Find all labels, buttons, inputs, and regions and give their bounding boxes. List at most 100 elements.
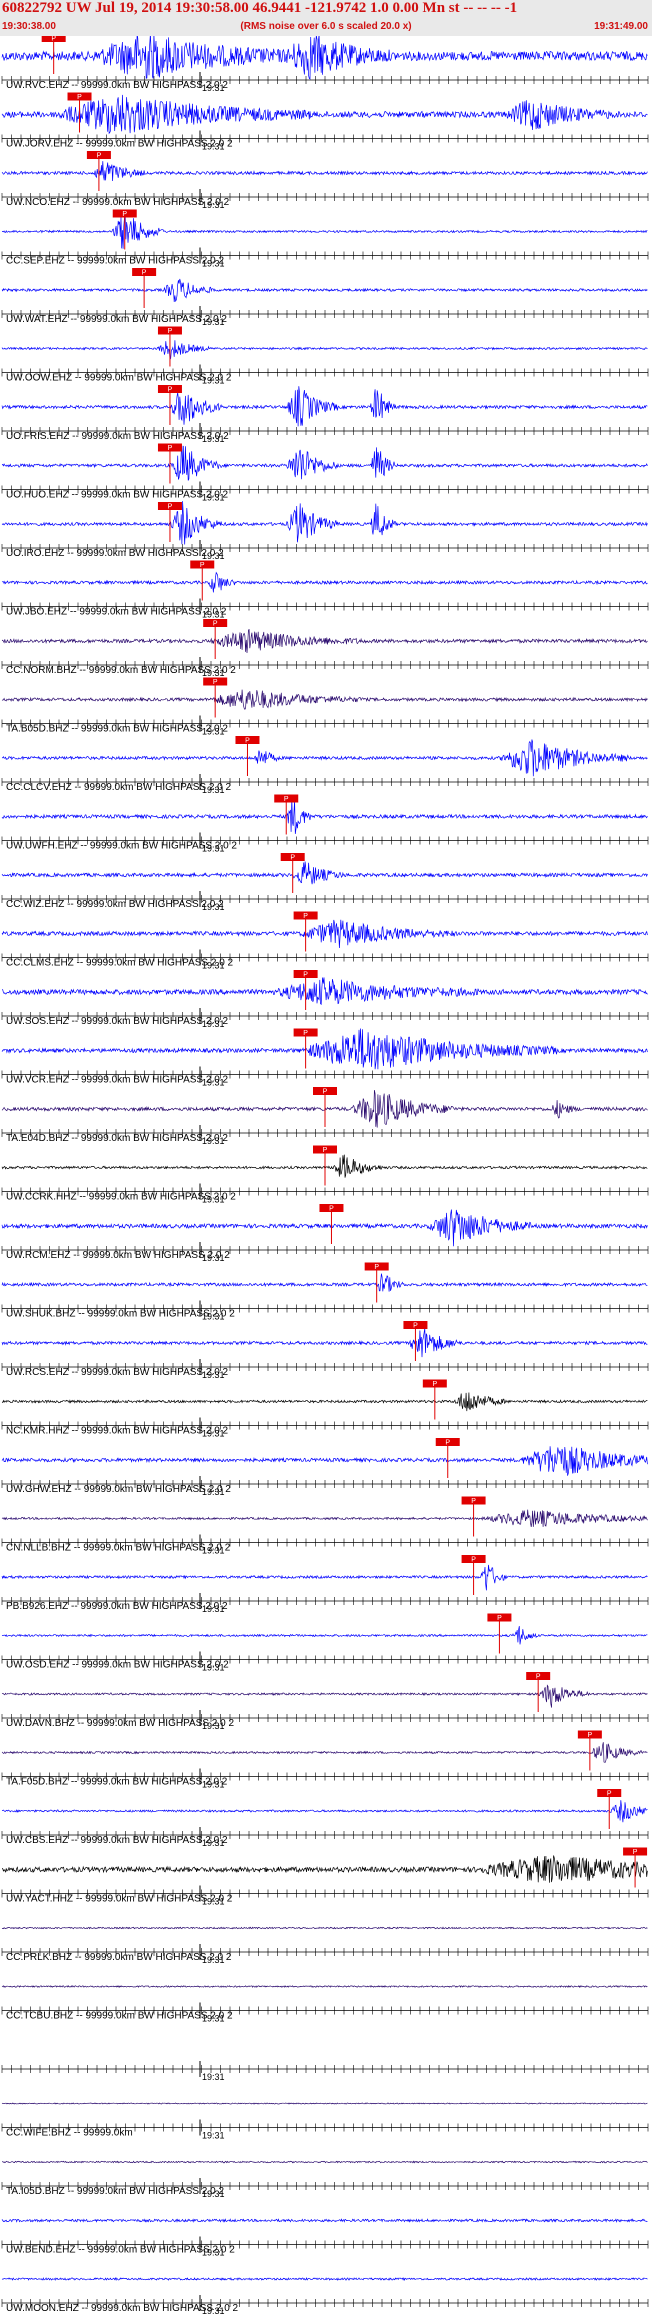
station-label: CC.NORM.BHZ -- 99999.0km BW HIGHPASS 2.0… (6, 665, 236, 676)
waveform-trace (1, 919, 648, 949)
waveform-trace (1, 1273, 648, 1292)
end-time: 19:31:49.00 (594, 21, 648, 32)
pick-label: P (303, 1030, 308, 1037)
waveform-trace (1, 1926, 648, 1930)
pick-label: P (607, 1791, 612, 1798)
station-label: TA.B05D.BHZ -- 99999.0km BW HIGHPASS 2.0… (6, 724, 228, 735)
station-label: UW.BEND.EHZ -- 99999.0km BW HIGHPASS 2.0… (6, 2245, 235, 2256)
pick-label: P (290, 855, 295, 862)
station-label: UW.UWFH.EHZ -- 99999.0km BW HIGHPASS 2.0… (6, 841, 237, 852)
station-label: UW.WAT.EHZ -- 99999.0km BW HIGHPASS 2.0 … (6, 314, 227, 325)
station-label: CC.CLCV.EHZ -- 99999.0km BW HIGHPASS 2.0… (6, 782, 232, 793)
waveform-trace (1, 1392, 648, 1412)
pick-label: P (303, 913, 308, 920)
waveform-trace (1, 1509, 648, 1528)
waveform-trace (1, 278, 648, 303)
pick-label: P (213, 621, 218, 628)
waveform-trace (1, 501, 648, 545)
station-label: UW.GHW.EHZ -- 99999.0km BW HIGHPASS 2.0 … (6, 1484, 231, 1495)
waveform-trace (1, 1446, 648, 1476)
pick-label: P (213, 679, 218, 686)
waveform-trace (2, 1855, 648, 1883)
station-label: UW.RVC.EHZ -- 99999.0km BW HIGHPASS 2.0 … (6, 80, 228, 91)
waveform-trace (1, 36, 648, 80)
pick-label: P (413, 1323, 418, 1330)
waveform-trace (1, 94, 648, 135)
event-title: 60822792 UW Jul 19, 2014 19:30:58.00 46.… (2, 0, 518, 16)
pick-label: P (445, 1440, 450, 1447)
pick-label: P (303, 972, 308, 979)
pick-label: P (245, 738, 250, 745)
waveform-trace (1, 629, 648, 654)
pick-label: P (168, 445, 173, 452)
pick-label: P (142, 270, 147, 277)
station-label: CN.NLLB.BHZ -- 99999.0km BW HIGHPASS 2.0… (6, 1543, 231, 1554)
station-label: UW.NCO.EHZ -- 99999.0km BW HIGHPASS 2.0 … (6, 197, 230, 208)
pick-label: P (471, 1498, 476, 1505)
pick-label: P (168, 504, 173, 511)
pick-label: P (51, 36, 56, 43)
station-label: UW.OSD.EHZ -- 99999.0km BW HIGHPASS 2.0 … (6, 1660, 229, 1671)
pick-label: P (432, 1381, 437, 1388)
pick-label: P (97, 153, 102, 160)
waveform-trace (1, 1800, 648, 1823)
pick-label: P (633, 1849, 638, 1856)
station-label: UW.VCR.EHZ -- 99999.0km BW HIGHPASS 2.0 … (6, 1075, 229, 1086)
waveform-trace (1, 861, 648, 885)
station-label: UW.DAVN.BHZ -- 99999.0km BW HIGHPASS 2.0… (6, 1718, 234, 1729)
pick-label: P (323, 1147, 328, 1154)
station-label: UW.SOS.EHZ -- 99999.0km BW HIGHPASS 2.0 … (6, 1016, 229, 1027)
station-label: PB.B926.EHZ -- 99999.0km BW HIGHPASS 2.0… (6, 1601, 228, 1612)
waveform-trace (1, 1684, 648, 1708)
waveform-trace (1, 2102, 648, 2105)
waveform-trace (1, 1564, 648, 1591)
pick-label: P (471, 1557, 476, 1564)
waveform-trace (1, 2218, 648, 2223)
waveform-trace (1, 214, 648, 249)
waveform-trace (1, 1626, 648, 1645)
plot-header: 60822792 UW Jul 19, 2014 19:30:58.00 46.… (0, 0, 652, 36)
pick-label: P (374, 1264, 379, 1271)
pick-label: P (284, 796, 289, 803)
station-label: UO.HUO.EHZ -- 99999.0km BW HIGHPASS 2.0 … (6, 490, 229, 501)
station-label: UO.IRO.EHZ -- 99999.0km BW HIGHPASS 2.0 … (6, 548, 224, 559)
station-label: TA.I05D.BHZ -- 99999.0km BW HIGHPASS 2.0… (6, 2186, 224, 2197)
waveform-trace (1, 2277, 648, 2282)
station-label: UW.SHUK.BHZ -- 99999.0km BW HIGHPASS 2.0… (6, 1309, 235, 1320)
waveform-trace (1, 1028, 648, 1070)
waveform-trace (1, 797, 648, 834)
station-label: UW.JBO.EHZ -- 99999.0km BW HIGHPASS 2.0 … (6, 607, 227, 618)
seismogram-plot: 19:31 UW.RVC.EHZ -- 99999.0km BW HIGHPASS… (1, 36, 649, 2316)
station-label: CC.CLMS.EHZ -- 99999.0km BW HIGHPASS 2.0… (6, 958, 234, 969)
pick-label: P (536, 1674, 541, 1681)
waveform-trace (1, 386, 648, 427)
waveform-trace (1, 1742, 648, 1763)
waveform-trace (1, 689, 648, 710)
waveform-trace (1, 571, 648, 593)
station-label: CC.TCBU.BHZ -- 99999.0km BW HIGHPASS 2.0… (6, 2011, 233, 2022)
waveform-trace (1, 1209, 648, 1247)
station-label: UW.CBS.EHZ -- 99999.0km BW HIGHPASS 2.0 … (6, 1835, 228, 1846)
pick-label: P (497, 1615, 502, 1622)
station-label: CC.SEP.EHZ -- 99999.0km BW HIGHPASS 2.0 … (6, 256, 224, 267)
minute-tick-label: 19:31 (202, 2131, 225, 2141)
station-label: UW.MOON.EHZ -- 99999.0km BW HIGHPASS 2.0… (6, 2303, 239, 2314)
waveform-trace (2, 2160, 648, 2164)
pick-label: P (77, 94, 82, 101)
waveform-trace (1, 739, 648, 777)
pick-label: P (168, 328, 173, 335)
station-label: UW.OOW.EHZ -- 99999.0km BW HIGHPASS 2.0 … (6, 373, 232, 384)
pick-label: P (588, 1732, 593, 1739)
waveform-trace (1, 445, 648, 481)
station-label: UW.RCM.EHZ -- 99999.0km BW HIGHPASS 2.0 … (6, 1250, 230, 1261)
station-label: CC.WIZ.EHZ -- 99999.0km BW HIGHPASS 2.0 … (6, 899, 224, 910)
pick-label: P (323, 1089, 328, 1096)
waveform-trace (1, 340, 648, 361)
station-label: UW.RCS.EHZ -- 99999.0km BW HIGHPASS 2.0 … (6, 1367, 229, 1378)
station-label: CC.PRLK.BHZ -- 99999.0km BW HIGHPASS 2.0… (6, 1952, 232, 1963)
pick-label: P (122, 211, 127, 218)
waveform-trace (1, 1327, 648, 1358)
station-label: CC.WIFE.BHZ -- 99999.0km (6, 2128, 133, 2139)
pick-label: P (168, 387, 173, 394)
station-label: TA.F05D.BHZ -- 99999.0km BW HIGHPASS 2.0… (6, 1777, 228, 1788)
